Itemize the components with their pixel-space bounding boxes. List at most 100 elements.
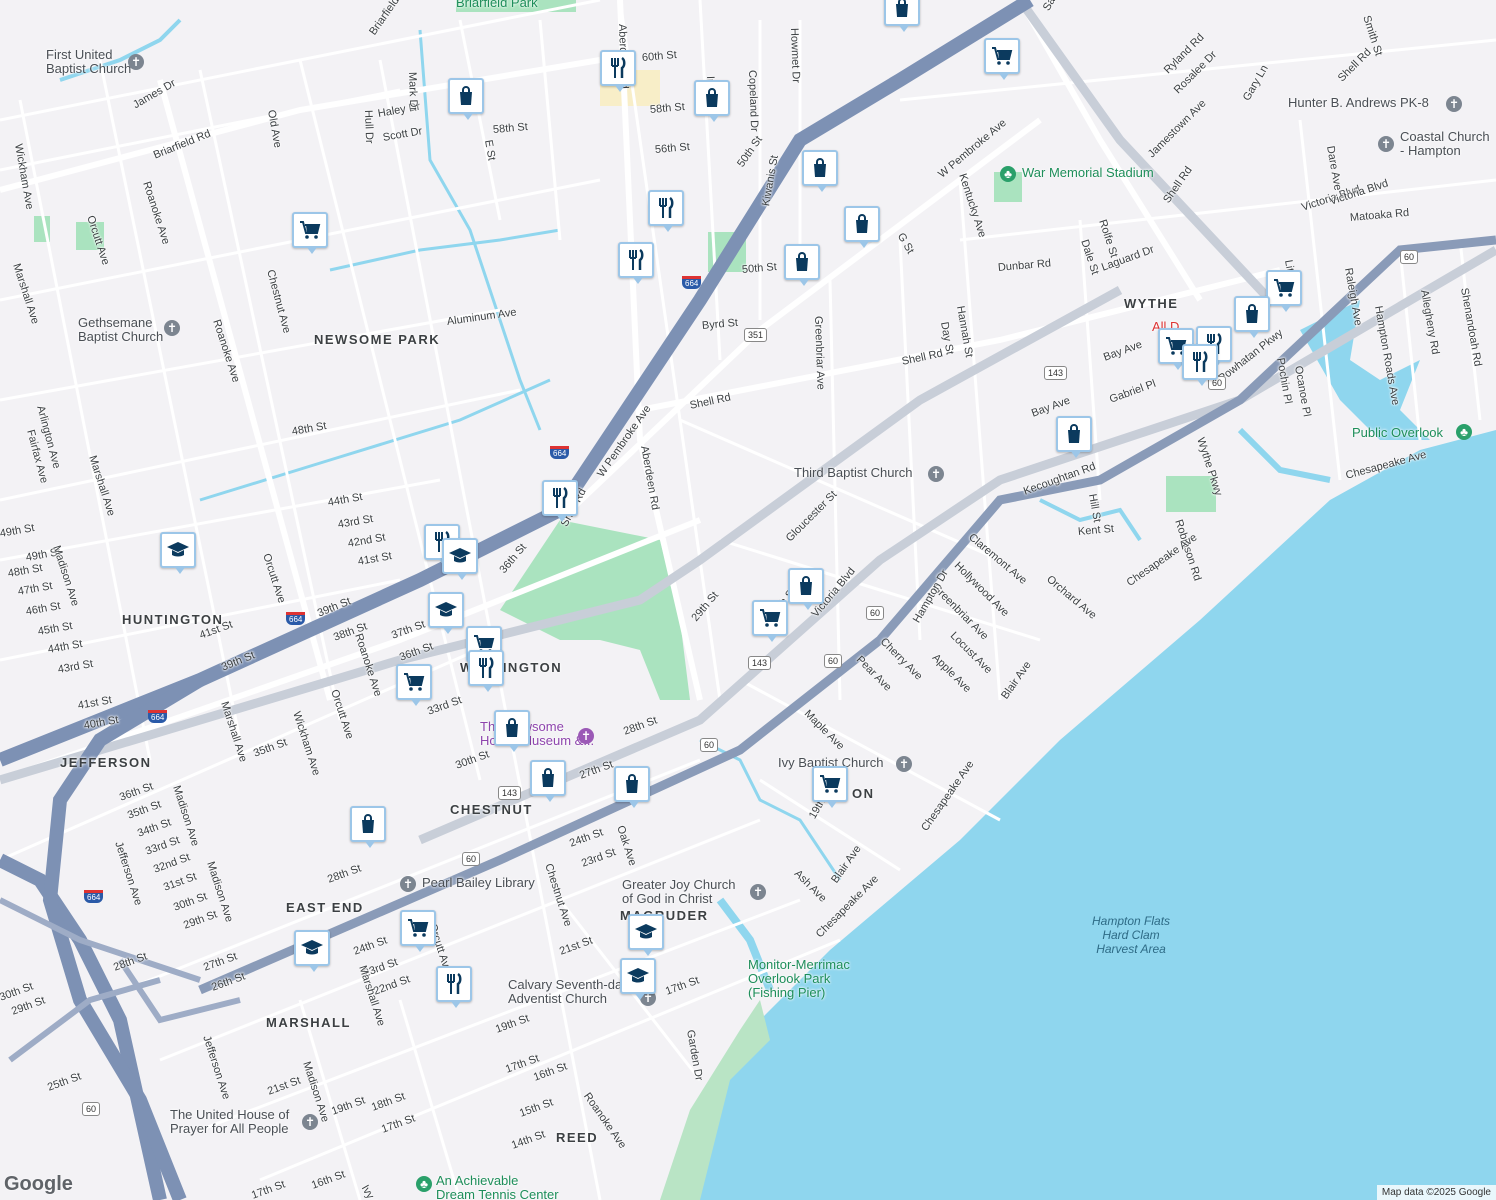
school-marker[interactable] <box>620 958 656 1000</box>
restaurant-marker[interactable] <box>1182 344 1218 386</box>
shopping-marker[interactable] <box>844 206 880 248</box>
graduation-cap-icon <box>167 542 189 557</box>
shopping-bag-icon <box>796 252 808 271</box>
place-label[interactable]: First United Baptist Church <box>46 48 131 76</box>
shopping-bag-icon <box>542 768 554 787</box>
school-marker[interactable] <box>442 538 478 580</box>
shopping-cart-icon <box>300 221 321 239</box>
shopping-bag-icon <box>800 576 812 595</box>
shopping-marker[interactable] <box>350 806 386 848</box>
shopping-bag-icon <box>362 814 374 833</box>
shopping-bag-icon <box>1068 424 1080 443</box>
place-pin-icon[interactable]: ✝ <box>302 1114 318 1130</box>
park-pin-icon[interactable]: ♣ <box>1456 424 1472 440</box>
grocery-marker[interactable] <box>752 600 788 642</box>
place-label[interactable]: War Memorial Stadium <box>1022 166 1154 180</box>
shopping-marker[interactable] <box>614 766 650 808</box>
place-label[interactable]: Hunter B. Andrews PK-8 <box>1288 96 1429 110</box>
school-marker[interactable] <box>294 930 330 972</box>
interstate-route-shield: 664 <box>550 446 570 459</box>
shopping-marker[interactable] <box>784 244 820 286</box>
fork-knife-icon <box>553 486 568 508</box>
shopping-cart-icon <box>1274 279 1295 297</box>
park-pin-icon[interactable]: ♣ <box>416 1176 432 1192</box>
map-attribution[interactable]: Map data ©2025 Google <box>1376 1185 1496 1200</box>
place-label[interactable]: Monitor-Merrimac Overlook Park (Fishing Pi… <box>748 958 850 1000</box>
grocery-marker[interactable] <box>1266 270 1302 312</box>
shopping-marker[interactable] <box>530 760 566 802</box>
shopping-marker[interactable] <box>694 80 730 122</box>
creek <box>199 378 551 502</box>
place-pin-icon[interactable]: ✝ <box>400 876 416 892</box>
us-route-shield: 60 <box>824 654 843 668</box>
place-label[interactable]: Briarfield Park <box>456 0 538 10</box>
state-route-shield: 143 <box>1044 366 1068 380</box>
place-label[interactable]: Third Baptist Church <box>794 466 913 480</box>
grocery-marker[interactable] <box>400 910 436 952</box>
place-pin-icon[interactable]: ✝ <box>928 466 944 482</box>
school-marker[interactable] <box>160 532 196 574</box>
grocery-marker[interactable] <box>292 212 328 254</box>
graduation-cap-icon <box>301 940 323 955</box>
place-pin-icon[interactable]: ✝ <box>1378 136 1394 152</box>
grocery-marker[interactable] <box>812 766 848 808</box>
shopping-cart-icon <box>760 609 781 627</box>
restaurant-marker[interactable] <box>600 50 636 92</box>
place-pin-icon[interactable]: ✝ <box>750 884 766 900</box>
shopping-marker[interactable] <box>448 78 484 120</box>
map-view[interactable]: Aberdeen Rd60th St58th St56th St58th StS… <box>0 0 1496 1200</box>
shopping-marker[interactable] <box>788 568 824 610</box>
shopping-cart-icon <box>404 673 425 691</box>
fork-knife-icon <box>447 972 462 994</box>
restaurant-marker[interactable] <box>542 480 578 522</box>
road-label: Hull Dr <box>362 109 376 144</box>
shopping-marker[interactable] <box>884 0 920 32</box>
shopping-marker[interactable] <box>494 710 530 752</box>
place-label[interactable]: Coastal Church - Hampton <box>1400 130 1490 158</box>
shopping-bag-icon <box>626 774 638 793</box>
neighborhood-label: EAST END <box>286 900 364 915</box>
interstate-route-shield: 664 <box>682 276 702 289</box>
shopping-bag-icon <box>506 718 518 737</box>
place-label[interactable]: Greater Joy Church of God in Christ <box>622 878 735 906</box>
shopping-cart-icon <box>992 47 1013 65</box>
restaurant-marker[interactable] <box>468 650 504 692</box>
place-pin-icon[interactable]: ✝ <box>1446 96 1462 112</box>
place-pin-icon[interactable]: ✝ <box>578 728 594 744</box>
school-marker[interactable] <box>628 914 664 956</box>
state-route-shield: 351 <box>744 328 768 342</box>
place-pin-icon[interactable]: ✝ <box>896 756 912 772</box>
shopping-marker[interactable] <box>802 150 838 192</box>
water-label: Hampton Flats Hard Clam Harvest Area <box>1092 914 1171 956</box>
place-pin-icon[interactable]: ✝ <box>128 54 144 70</box>
neighborhood-label: REED <box>556 1130 599 1145</box>
shopping-marker[interactable] <box>1056 416 1092 458</box>
school-marker[interactable] <box>428 592 464 634</box>
place-label[interactable]: Calvary Seventh-day Adventist Church <box>508 978 629 1006</box>
shopping-bag-icon <box>706 88 718 107</box>
fork-knife-icon <box>1193 350 1208 372</box>
road-label: Copeland Dr <box>746 69 761 132</box>
us-route-shield: 60 <box>1400 250 1419 264</box>
us-route-shield: 60 <box>462 852 481 866</box>
place-pin-icon[interactable]: ✝ <box>164 320 180 336</box>
fork-knife-icon <box>629 248 644 270</box>
restaurant-marker[interactable] <box>618 242 654 284</box>
graduation-cap-icon <box>435 602 457 617</box>
place-label[interactable]: Public Overlook <box>1352 426 1443 440</box>
interstate-route-shield: 664 <box>84 890 104 903</box>
shopping-cart-icon <box>408 919 429 937</box>
grocery-marker[interactable] <box>396 664 432 706</box>
place-label[interactable]: Gethsemane Baptist Church <box>78 316 163 344</box>
place-label[interactable]: An Achievable Dream Tennis Center <box>436 1174 559 1200</box>
road-label: Mark Dr <box>406 71 420 112</box>
restaurant-marker[interactable] <box>648 190 684 232</box>
shopping-marker[interactable] <box>1234 296 1270 338</box>
park-pin-icon[interactable]: ♣ <box>1000 166 1016 182</box>
shopping-bag-icon <box>856 214 868 233</box>
restaurant-marker[interactable] <box>436 966 472 1008</box>
grocery-marker[interactable] <box>984 38 1020 80</box>
place-label[interactable]: The United House of Prayer for All People <box>170 1108 289 1136</box>
interstate-route-shield: 664 <box>286 612 306 625</box>
place-label[interactable]: Pearl Bailey Library <box>422 876 535 890</box>
